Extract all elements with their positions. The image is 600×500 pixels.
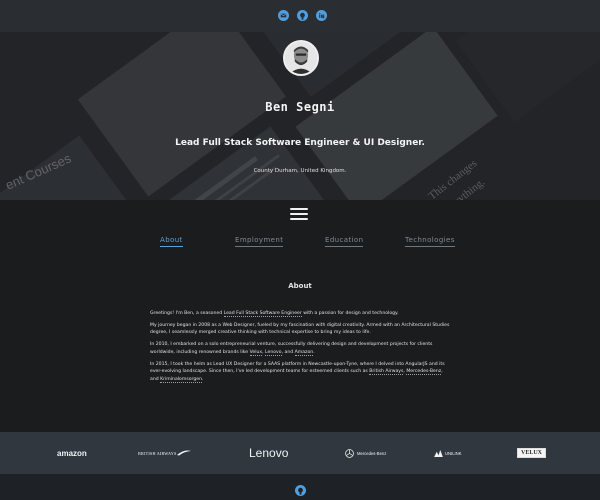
- mercedes-star-icon: [345, 448, 354, 458]
- text: .: [202, 376, 204, 382]
- tab-employment[interactable]: Employment: [235, 236, 284, 247]
- about-paragraph: In 2015, I took the helm as Lead UX Desi…: [150, 361, 450, 383]
- british-airways-logo: BRITISH AIRWAYS: [138, 432, 191, 474]
- link-velux[interactable]: Velux: [249, 349, 263, 356]
- text: with a passion for design and technology…: [301, 311, 399, 316]
- speedmarque-icon: [176, 450, 191, 456]
- british-airways-logo-text: BRITISH AIRWAYS: [138, 450, 177, 456]
- github-icon[interactable]: [295, 485, 306, 496]
- about-text: Greetings! I'm Ben, a seasoned Lead Full…: [150, 310, 450, 388]
- link-lenovo[interactable]: Lenovo: [265, 349, 282, 356]
- lenovo-logo: Lenovo: [249, 432, 288, 474]
- profile-role: Lead Full Stack Software Engineer & UI D…: [175, 138, 425, 148]
- link-amazon[interactable]: Amazon: [294, 349, 314, 356]
- top-bar: [0, 0, 600, 32]
- unilink-logo-text: UNILINK: [445, 450, 462, 456]
- about-paragraph: Greetings! I'm Ben, a seasoned Lead Full…: [150, 310, 450, 317]
- link-lead-engineer[interactable]: Lead Full Stack Software Engineer: [223, 311, 302, 317]
- email-icon[interactable]: [278, 10, 289, 21]
- profile-photo-icon: [285, 42, 317, 74]
- linkedin-icon[interactable]: [316, 10, 327, 21]
- about-paragraph: My journey began in 2008 as a Web Design…: [150, 323, 450, 336]
- tab-about[interactable]: About: [160, 236, 183, 247]
- link-kriminalomsorgen[interactable]: Kriminalomsorgen: [160, 376, 202, 383]
- amazon-logo-text: amazon: [57, 448, 87, 458]
- velux-logo: VELUX: [517, 432, 547, 474]
- profile-location: County Durham, United Kingdom.: [253, 168, 347, 174]
- link-mercedes-benz[interactable]: Mercedes-Benz: [406, 369, 442, 376]
- link-british-airways[interactable]: British Airways: [369, 369, 404, 376]
- tab-technologies[interactable]: Technologies: [405, 236, 455, 247]
- text: .: [313, 349, 315, 355]
- about-paragraph: In 2010, I embarked on a solo entreprene…: [150, 341, 450, 356]
- social-links: [278, 10, 327, 21]
- section-title: About: [288, 282, 312, 290]
- hamburger-menu-icon[interactable]: [290, 208, 308, 220]
- text: , and: [281, 349, 295, 355]
- avatar: [283, 40, 319, 76]
- lenovo-logo-text: Lenovo: [249, 446, 289, 460]
- unilink-mark-icon: [434, 449, 443, 457]
- unilink-logo: UNILINK: [434, 432, 462, 474]
- text: Greetings! I'm Ben, a seasoned: [150, 311, 224, 316]
- velux-logo-text: VELUX: [517, 448, 547, 458]
- mercedes-benz-logo: Mercedes-Benz: [345, 432, 386, 474]
- profile-name: Ben Segni: [265, 100, 335, 114]
- client-logos-bar: amazon BRITISH AIRWAYS Lenovo Mercedes-B…: [0, 432, 600, 474]
- tab-education[interactable]: Education: [325, 236, 364, 247]
- amazon-logo: amazon: [57, 432, 87, 474]
- mercedes-benz-logo-text: Mercedes-Benz: [357, 450, 387, 456]
- github-icon[interactable]: [297, 10, 308, 21]
- section-tabs: About Employment Education Technologies: [0, 236, 600, 250]
- footer: [0, 474, 600, 500]
